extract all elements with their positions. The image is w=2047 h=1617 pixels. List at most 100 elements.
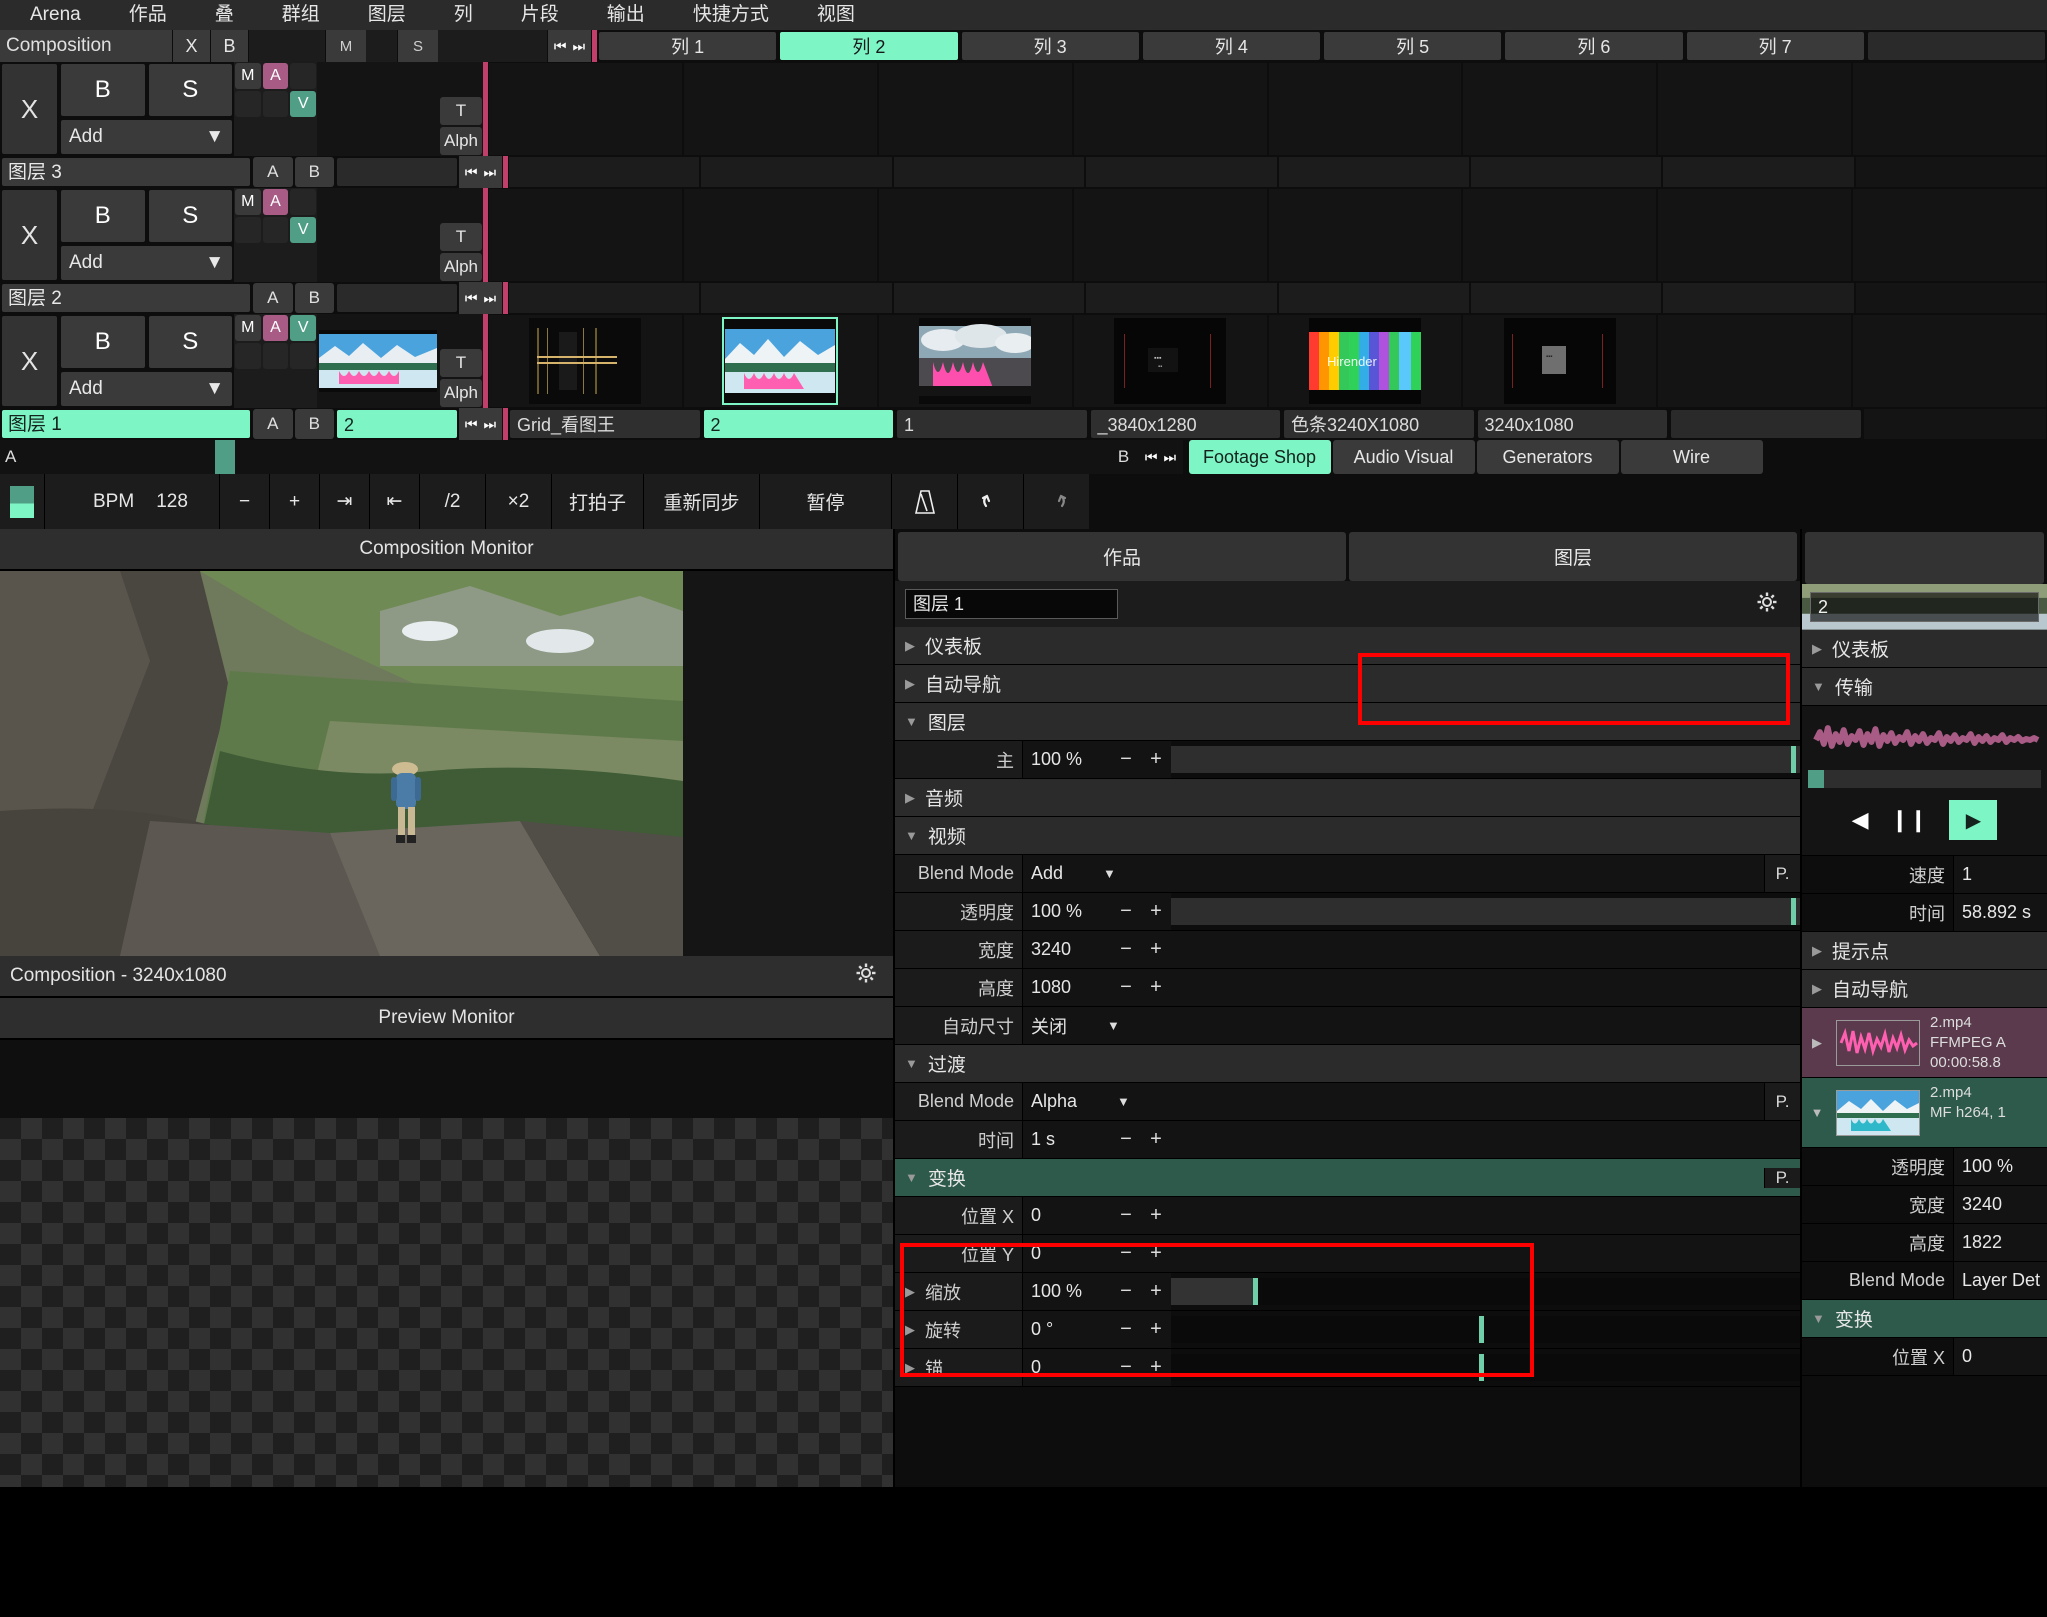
clip-section-autonav[interactable]: ▶ 自动导航	[1802, 970, 2047, 1008]
layer-3-name[interactable]: 图层 3	[1, 157, 251, 187]
layer-3-a-button[interactable]: A	[253, 157, 293, 187]
param-scale-value[interactable]: 100 %	[1023, 1273, 1111, 1310]
layer-2-video-chip[interactable]: V	[290, 217, 317, 243]
menu-item-column[interactable]: 列	[430, 0, 497, 30]
layer-name-input[interactable]: 图层 1	[905, 589, 1118, 619]
param-anchor-value[interactable]: 0	[1023, 1349, 1111, 1386]
layer-1-name[interactable]: 图层 1	[1, 409, 251, 439]
menu-item-shortcuts[interactable]: 快捷方式	[669, 0, 793, 30]
clip-label-grid[interactable]: Grid_看图王	[509, 409, 701, 439]
clip-label-cell[interactable]	[1862, 408, 2047, 440]
preview-monitor-view[interactable]	[0, 1040, 893, 1487]
clip-section-transport[interactable]: ▼ 传输	[1802, 668, 2047, 706]
menu-item-view[interactable]: 视图	[793, 0, 879, 30]
nav-prev-icon[interactable]: ⏮	[1145, 449, 1158, 466]
column-tab-2[interactable]: 列 2	[779, 31, 959, 61]
column-tab-5[interactable]: 列 5	[1323, 31, 1503, 61]
param-anchor-plus[interactable]: +	[1141, 1349, 1171, 1386]
nav-prev-icon[interactable]: ⏮	[465, 164, 478, 181]
clip-scrubber[interactable]	[1808, 770, 2041, 788]
clip-label-cell[interactable]	[1469, 156, 1663, 188]
clip-cell[interactable]	[1852, 188, 2047, 282]
nav-next-icon[interactable]: ⏭	[1164, 449, 1177, 466]
clip-cell-3240[interactable]: ▪▪▪	[1462, 314, 1658, 408]
bpm-plus-button[interactable]: +	[269, 474, 319, 529]
nav-prev-icon[interactable]: ⏮	[465, 416, 478, 433]
section-transition[interactable]: ▼ 过渡	[895, 1045, 1800, 1083]
menu-item-output[interactable]: 输出	[583, 0, 669, 30]
clip-cell-selected[interactable]	[682, 314, 878, 408]
tab-footage-shop[interactable]: Footage Shop	[1188, 440, 1331, 474]
clip-label-cell[interactable]	[1277, 282, 1470, 314]
redo-icon[interactable]	[1023, 474, 1089, 529]
nav-prev-icon[interactable]: ⏮	[554, 38, 567, 55]
layer-3-nav[interactable]: ⏮ ⏭	[459, 156, 503, 188]
pause-icon[interactable]: ❙❙	[1891, 807, 1928, 833]
clip-height-value[interactable]: 1822	[1954, 1224, 2047, 1261]
clip-cell-crowd[interactable]	[877, 314, 1073, 408]
composition-master-button[interactable]: M	[326, 30, 366, 62]
param-transition-duration-plus[interactable]: +	[1141, 1121, 1171, 1158]
param-rotation-slider[interactable]	[1171, 1316, 1800, 1343]
clip-position-x-value[interactable]: 0	[1954, 1338, 2047, 1375]
param-master-minus[interactable]: −	[1111, 741, 1141, 778]
clip-cell[interactable]	[488, 188, 683, 282]
layer-3-bypass-button[interactable]: B	[60, 63, 146, 117]
param-position-x-plus[interactable]: +	[1141, 1197, 1171, 1234]
clip-label-cell[interactable]	[1469, 282, 1663, 314]
clip-label-colorbars[interactable]: 色条3240X1080	[1283, 409, 1475, 439]
section-transform[interactable]: ▼ 变换 P.	[895, 1159, 1800, 1197]
play-icon[interactable]: ▶	[1949, 800, 1998, 840]
crossfader-knob[interactable]	[215, 440, 235, 474]
param-scale-slider[interactable]	[1171, 1278, 1800, 1305]
gear-icon[interactable]	[1756, 591, 1778, 618]
clip-cell[interactable]	[1852, 62, 2047, 156]
param-opacity-slider[interactable]	[1171, 898, 1800, 925]
param-position-y-minus[interactable]: −	[1111, 1235, 1141, 1272]
tab-audio-visual[interactable]: Audio Visual	[1332, 440, 1475, 474]
param-position-y-plus[interactable]: +	[1141, 1235, 1171, 1272]
bpm-display[interactable]: BPM 128	[44, 474, 219, 529]
column-tab-3[interactable]: 列 3	[960, 31, 1140, 61]
chevron-down-icon[interactable]: ▼	[1802, 1078, 1832, 1147]
section-dashboard[interactable]: ▶ 仪表板	[895, 627, 1800, 665]
menu-item-composition[interactable]: 作品	[105, 0, 191, 30]
clip-label-cell[interactable]	[1662, 156, 1855, 188]
nav-next-icon[interactable]: ⏭	[484, 416, 497, 433]
nav-next-icon[interactable]: ⏭	[573, 38, 586, 55]
clip-cell[interactable]	[877, 62, 1073, 156]
nav-next-icon[interactable]: ⏭	[484, 290, 497, 307]
section-video[interactable]: ▼ 视频	[895, 817, 1800, 855]
clip-cell[interactable]	[1462, 62, 1658, 156]
param-master-value[interactable]: 100 %	[1023, 741, 1111, 778]
layer-2-bypass-button[interactable]: B	[60, 189, 146, 243]
layer-3-blend-mode-select[interactable]: Add ▼	[60, 119, 233, 155]
clip-scrubber-handle[interactable]	[1808, 770, 1824, 788]
layer-2-midi-chip[interactable]: M	[235, 189, 261, 215]
param-scale-plus[interactable]: +	[1141, 1273, 1171, 1310]
layer-2-alpha-button[interactable]: Alph	[440, 253, 482, 281]
param-scale-label[interactable]: ▶ 缩放	[895, 1273, 1023, 1310]
layer-1-transition-button[interactable]: T	[440, 349, 482, 377]
clip-cell[interactable]	[488, 62, 683, 156]
bpm-pause-button[interactable]: 暂停	[759, 474, 891, 529]
clip-cell[interactable]	[1462, 188, 1658, 282]
layer-2-nav[interactable]: ⏮ ⏭	[459, 282, 503, 314]
param-transition-blend-select[interactable]: Alpha ▼	[1023, 1083, 1764, 1120]
composition-monitor-view[interactable]	[0, 571, 893, 956]
layer-3-close-button[interactable]: X	[1, 63, 58, 155]
undo-icon[interactable]	[957, 474, 1023, 529]
param-video-blend-preset-button[interactable]: P.	[1764, 855, 1800, 892]
layer-2-thumbnail-slot[interactable]	[317, 188, 439, 282]
layer-3-active-clip[interactable]	[336, 157, 458, 187]
menu-item-layer[interactable]: 图层	[344, 0, 430, 30]
composition-bypass-button[interactable]: B	[211, 30, 249, 62]
layer-1-nav[interactable]: ⏮ ⏭	[459, 408, 503, 440]
layer-1-active-clip[interactable]: 2	[336, 409, 458, 439]
clip-width-value[interactable]: 3240	[1954, 1186, 2047, 1223]
clip-label-cell[interactable]	[1854, 156, 2047, 188]
param-autosize-select[interactable]: 关闭 ▼	[1023, 1007, 1800, 1044]
clip-section-cuepoints[interactable]: ▶ 提示点	[1802, 932, 2047, 970]
clip-label-3240x1080[interactable]: 3240x1080	[1476, 409, 1668, 439]
param-width-value[interactable]: 3240	[1023, 931, 1111, 968]
